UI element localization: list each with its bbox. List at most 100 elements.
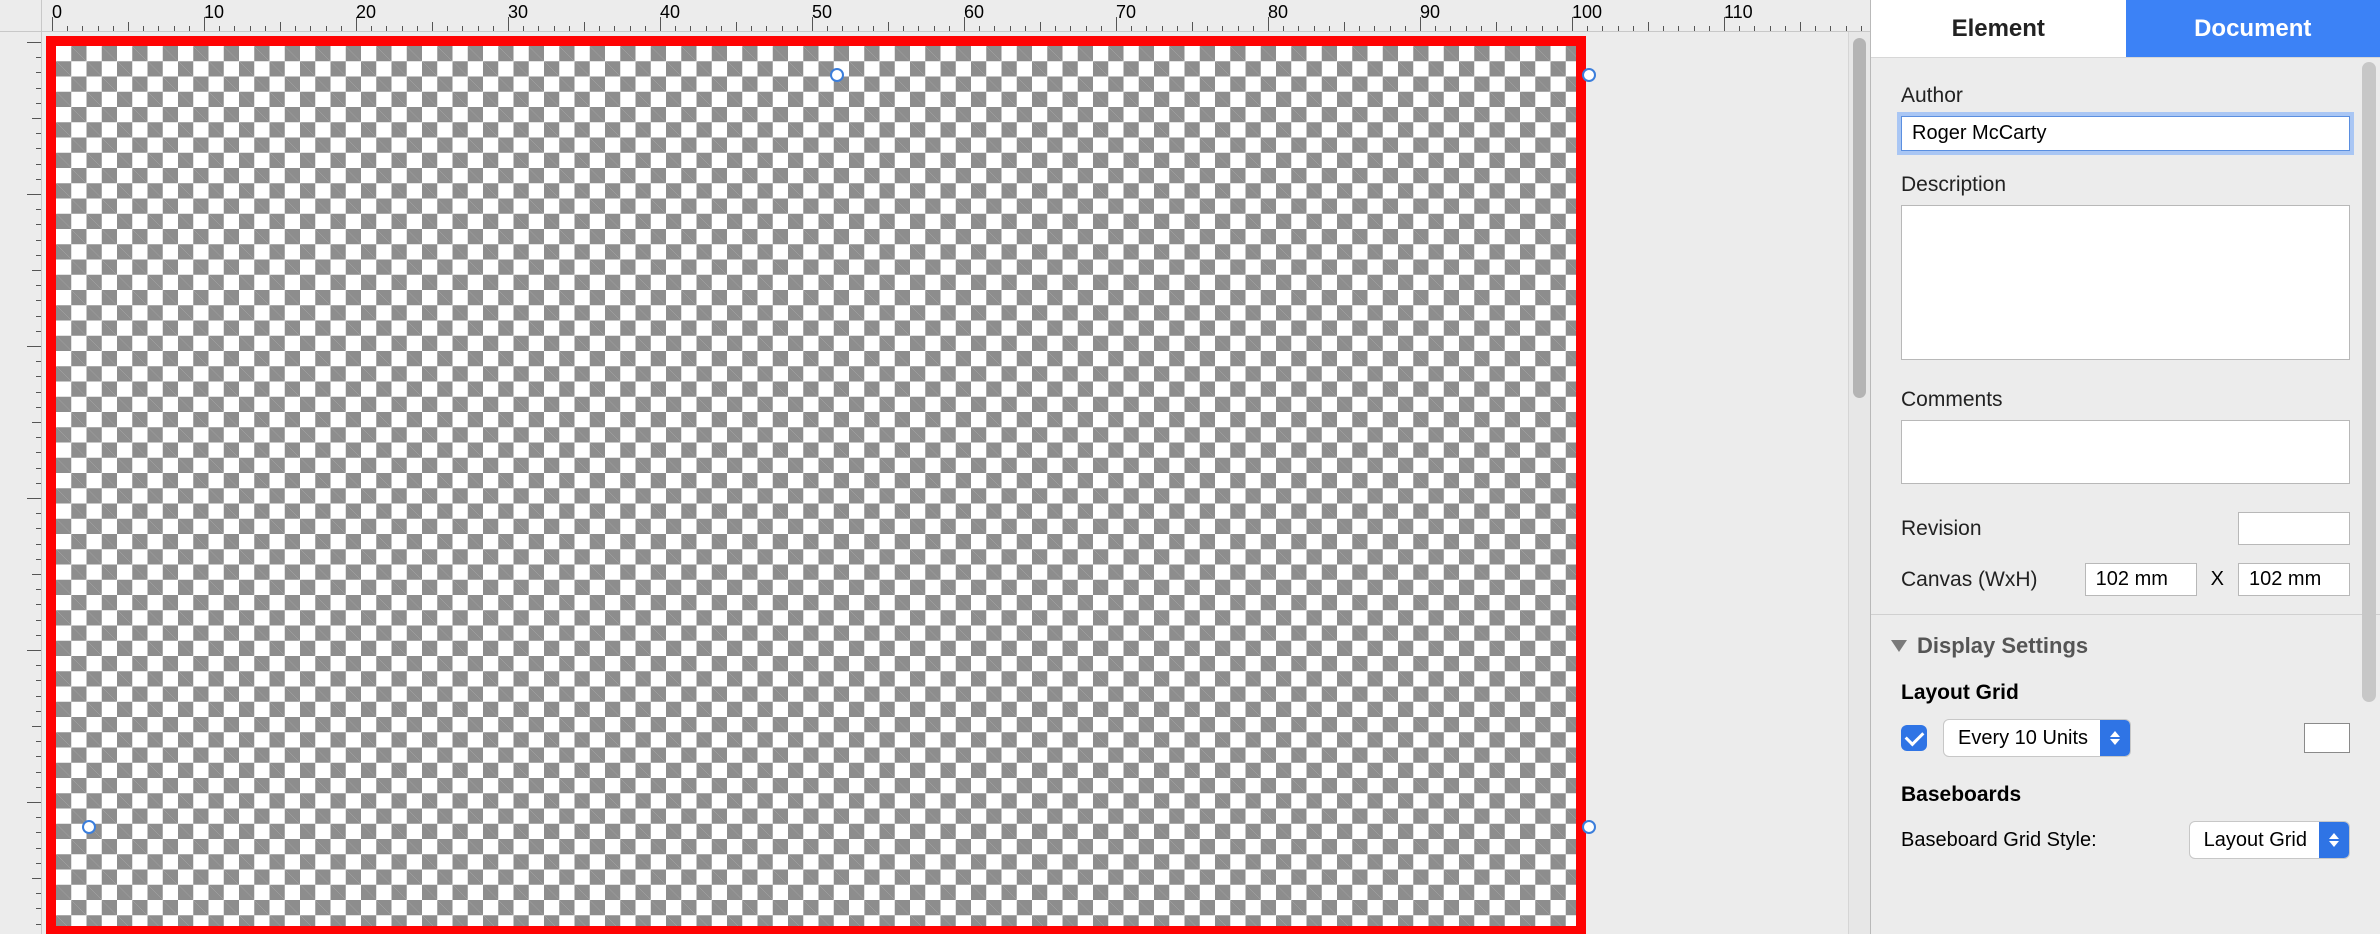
ruler-tick [341, 26, 342, 31]
author-input[interactable] [1901, 116, 2350, 151]
ruler-tick [36, 817, 41, 818]
ruler-tick [234, 26, 235, 31]
ruler-tick [36, 756, 41, 757]
baseboard-grid-style-value: Layout Grid [2204, 829, 2319, 852]
ruler-tick [36, 620, 41, 621]
ruler-tick [1177, 26, 1178, 31]
canvas-scrollbar-vertical[interactable] [1848, 32, 1870, 934]
ruler-tick [1162, 26, 1163, 31]
ruler-tick [432, 22, 433, 31]
ruler-tick [1830, 26, 1831, 31]
ruler-horizontal[interactable]: 010203040506070809010011012 [42, 0, 1870, 32]
select-stepper-icon [2319, 822, 2349, 858]
ruler-tick [873, 26, 874, 31]
ruler-number: 40 [0, 650, 4, 670]
ruler-number: 80 [1268, 2, 1288, 23]
ruler-tick [36, 772, 41, 773]
tab-element[interactable]: Element [1871, 0, 2126, 57]
ruler-tick [1222, 26, 1223, 31]
ruler-tick [842, 26, 843, 31]
ruler-tick [675, 26, 676, 31]
comments-input[interactable] [1901, 420, 2350, 484]
ruler-tick [1633, 26, 1634, 31]
ruler-tick [36, 711, 41, 712]
ruler-tick [1739, 26, 1740, 31]
ruler-tick [98, 26, 99, 31]
ruler-tick [706, 26, 707, 31]
ruler-tick [36, 103, 41, 104]
ruler-tick [1314, 26, 1315, 31]
ruler-tick [766, 26, 767, 31]
ruler-tick [36, 376, 41, 377]
baseboard-grid-style-select[interactable]: Layout Grid [2189, 821, 2350, 859]
inspector-scrollbar[interactable] [2362, 62, 2376, 702]
ruler-number: 100 [1572, 2, 1602, 23]
layout-grid-select-value: Every 10 Units [1958, 727, 2100, 750]
ruler-tick [1481, 26, 1482, 31]
selection-handle-right[interactable] [1582, 820, 1596, 834]
revision-input[interactable] [2238, 512, 2350, 545]
ruler-tick [36, 179, 41, 180]
ruler-tick [27, 346, 41, 347]
ruler-tick [27, 802, 41, 803]
ruler-tick [67, 26, 68, 31]
ruler-tick [158, 26, 159, 31]
ruler-tick [1709, 26, 1710, 31]
ruler-tick [36, 513, 41, 514]
canvas-viewport[interactable] [0, 0, 1870, 934]
ruler-tick [751, 26, 752, 31]
ruler-tick [265, 26, 266, 31]
layout-grid-checkbox[interactable] [1901, 725, 1927, 751]
canvas-height-input[interactable] [2238, 563, 2350, 596]
ruler-tick [27, 194, 41, 195]
ruler-tick [1511, 26, 1512, 31]
canvas-width-input[interactable] [2085, 563, 2197, 596]
ruler-tick [27, 650, 41, 651]
ruler-tick [128, 22, 129, 31]
ruler-tick [36, 741, 41, 742]
ruler-tick [478, 26, 479, 31]
display-settings-header[interactable]: Display Settings [1871, 614, 2380, 673]
canvas-area: 010203040506070809010011012 102030405060 [0, 0, 1870, 934]
tab-document[interactable]: Document [2126, 0, 2380, 57]
canvas-scrollbar-thumb[interactable] [1853, 38, 1866, 398]
ruler-vertical[interactable]: 102030405060 [0, 32, 42, 934]
ruler-tick [1648, 22, 1649, 31]
ruler-tick [36, 848, 41, 849]
ruler-tick [721, 26, 722, 31]
ruler-tick [1040, 22, 1041, 31]
selection-handle-left[interactable] [82, 820, 96, 834]
ruler-tick [36, 133, 41, 134]
ruler-tick [614, 26, 615, 31]
display-settings-title: Display Settings [1917, 633, 2088, 659]
canvas-content[interactable] [46, 36, 1586, 934]
ruler-tick [32, 878, 41, 879]
ruler-tick [36, 300, 41, 301]
ruler-tick [32, 270, 41, 271]
ruler-tick [1405, 26, 1406, 31]
ruler-tick [934, 26, 935, 31]
selection-handle-top-right[interactable] [1582, 68, 1596, 82]
ruler-number: 10 [0, 194, 4, 214]
ruler-tick [36, 437, 41, 438]
layout-grid-select[interactable]: Every 10 Units [1943, 719, 2131, 757]
ruler-tick [36, 604, 41, 605]
ruler-tick [736, 22, 737, 31]
ruler-tick [599, 26, 600, 31]
ruler-tick [903, 26, 904, 31]
selection-handle-top[interactable] [830, 68, 844, 82]
ruler-tick [36, 665, 41, 666]
layout-grid-color-swatch[interactable] [2304, 723, 2350, 753]
ruler-tick [36, 680, 41, 681]
disclosure-triangle-icon [1891, 640, 1907, 652]
ruler-tick [36, 224, 41, 225]
ruler-tick [1055, 26, 1056, 31]
ruler-tick [1450, 26, 1451, 31]
ruler-tick [858, 26, 859, 31]
description-input[interactable] [1901, 205, 2350, 360]
ruler-tick [1192, 22, 1193, 31]
ruler-tick [1800, 22, 1801, 31]
ruler-tick [1861, 26, 1862, 31]
ruler-tick [32, 422, 41, 423]
ruler-tick [143, 26, 144, 31]
